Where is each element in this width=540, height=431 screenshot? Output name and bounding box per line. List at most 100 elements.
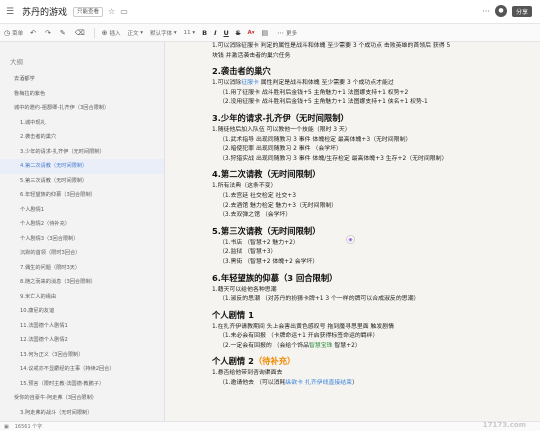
list-item: （1.淑反的思潮 （对苏丹的扮猜卡牌+1 3 个一样的牌可以合成淑反的思潮） — [219, 296, 420, 303]
permission-badge[interactable]: 只能查看 — [73, 6, 104, 17]
undo-button[interactable]: ↶ — [30, 29, 38, 37]
paragraph: 1.所有法典（这条不变） — [212, 183, 277, 190]
redo-button[interactable]: ↷ — [45, 29, 53, 37]
word-count[interactable]: 16561 个字 — [15, 423, 43, 430]
card-link[interactable]: 征服卡 — [241, 80, 259, 86]
outline-item[interactable]: 14.议戒亦不显麝经的主事（持续2回合） — [0, 362, 164, 377]
avatar[interactable]: ● — [494, 5, 507, 17]
pending-tag: （待补充） — [253, 356, 296, 367]
list-item: （2.没用征服卡 战斗胜利后金钱+5 主角魅力+1 法图娜支持+1 侠名+1 权… — [219, 99, 428, 106]
outline-item[interactable]: 3.少年的请求-扎齐伊（无时间限制） — [0, 145, 164, 160]
bold-button[interactable]: B — [202, 29, 207, 37]
outline-item[interactable]: 6.年轻望族的仰慕（3回合限制） — [0, 188, 164, 203]
paragraph: 1.藉天可以给他各种思潮 — [212, 286, 277, 293]
list-item: （2.暗使犯罪 出现同随教习 2 事件 （会学坏） — [219, 146, 342, 153]
outline-item[interactable]: 2.袭击者的巢穴 — [0, 130, 164, 145]
card-link[interactable]: 纵欲卡 扎齐伊线直接结束 — [285, 380, 352, 386]
eraser-icon: ⌫ — [74, 28, 85, 37]
list-item: （1.书店 （智慧+2 魅力+2） — [219, 239, 299, 246]
document-page[interactable]: 1.可以消除征服卡 判定的属性是战斗和体魄 至少需要 3 个成功点 击败英雄的首… — [212, 42, 522, 421]
outline-item[interactable]: 受你的自豪牛-阿走弗（3回合限制） — [0, 391, 164, 406]
insert-button[interactable]: ⊕ 插入 — [102, 29, 121, 37]
outline-item[interactable]: 11.法国德个人剧情1 — [0, 319, 164, 334]
redo-icon: ↷ — [45, 28, 51, 37]
list-item: （1.未必会有回报 （卡牌命运+1 开启获得标签命运的羁绊） — [219, 333, 379, 340]
list-item: （3.去双弹之馆 （会学坏） — [219, 212, 292, 219]
highlighter-icon: ▤ — [261, 28, 269, 37]
toolbar: ◷ 菜单 ↶ ↷ ✎ ⌫ ⊕ 插入 正文 ▾ 默认字体 ▾ 11 ▾ B I U S… — [0, 24, 540, 42]
section-heading: 个人剧情 1 — [212, 309, 254, 320]
outline-item[interactable]: 个人剧情2（待补充） — [0, 217, 164, 232]
outline-item[interactable]: 城中的邀约-祖郡卿-扎齐伊（3回合限制） — [0, 101, 164, 116]
list-item: （3.黑街 （智慧+2 体魄+2 会学坏） — [219, 258, 319, 265]
section-heading: 个人剧情 2（待补充） — [212, 356, 296, 367]
share-button[interactable]: 分享 — [511, 5, 532, 17]
item-link[interactable]: 智慧宝珠 — [309, 343, 333, 349]
outline-item[interactable]: 5.第三次请教（无时间限制） — [0, 174, 164, 189]
outline-item[interactable]: 沉默的首领（限时3回合） — [0, 246, 164, 261]
italic-button[interactable]: I — [214, 29, 216, 37]
section-heading: 4.第二次请教（无时间限制） — [212, 169, 321, 180]
outline-title: 大纲 — [10, 58, 23, 66]
text-color-button[interactable]: A▾ — [247, 30, 254, 36]
list-item: （1.武术指导 出现同随教习 3 事件 体魄检定 最高体魄+3（无时间限制） — [219, 136, 412, 143]
section-heading: 6.年轻望族的仰慕（3 回合限制） — [212, 272, 338, 283]
outline-item[interactable]: 魯梅拉的紫色 — [0, 87, 164, 102]
outline-item[interactable]: 3.阿走弗的战斗（无时间限制） — [0, 406, 164, 421]
more-button[interactable]: ⋯ 更多 — [277, 29, 297, 37]
top-right-actions: ··· ● 分享 — [482, 5, 532, 17]
top-bar: ☰ 苏丹的游戏 只能查看 ☆ ▭ ··· ● 分享 — [0, 0, 540, 24]
outline-item[interactable]: 8.随之而来的消息（3回合限制） — [0, 275, 164, 290]
toolbar-divider — [93, 27, 95, 38]
section-heading: 3.少年的请求-扎齐伊（无时间限制） — [212, 112, 349, 123]
outline-item[interactable]: 个人剧情3（3回合限制） — [0, 232, 164, 247]
brush-icon: ✎ — [59, 28, 66, 37]
paragraph: 1.随徒他后加入队伍 可以教他一个技能（限时 3 天） — [212, 126, 351, 133]
section-heading: 5.第三次请教（无时间限制） — [212, 225, 321, 236]
document-area[interactable]: 1.可以消除征服卡 判定的属性是战斗和体魄 至少需要 3 个成功点 击败英雄的首… — [166, 42, 540, 421]
paragraph: 块钱 并激活袭击者的巢穴任务 — [212, 52, 291, 59]
list-item: （2.去酒馆 魅力检定 魅力+3（无时间限制） — [219, 202, 338, 209]
status-bar: ▣ 16561 个字 — [0, 421, 540, 431]
highlight-button[interactable]: ▤ — [262, 29, 271, 37]
layout-icon[interactable]: ▣ — [4, 424, 9, 430]
list-item: （1.用了征服卡 战斗胜利后金钱+5 主角魅力+1 法图娜支持+1 权势+2 — [219, 89, 409, 96]
undo-icon: ↶ — [30, 28, 36, 37]
more-icon: ⋯ — [277, 28, 285, 37]
folder-icon[interactable]: ▭ — [120, 7, 128, 16]
outline-sidebar: 大纲 去酒都学 魯梅拉的紫色 城中的邀约-祖郡卿-扎齐伊（3回合限制） 1.城中现礼 2… — [0, 42, 165, 421]
outline-item[interactable]: 10.康尼的友谊 — [0, 304, 164, 319]
list-item: （1.邀请他去 （可以消耗纵欲卡 扎齐伊线直接结束） — [219, 380, 358, 387]
underline-button[interactable]: U — [224, 29, 229, 37]
outline-item[interactable]: 12.法国德个人剧情2 — [0, 333, 164, 348]
format-painter-button[interactable]: ✎ — [60, 29, 68, 37]
section-heading: 2.袭击者的巢穴 — [212, 66, 271, 77]
outline-item[interactable]: 4.第二次请教（无时间限制） — [0, 159, 164, 174]
document-title: 苏丹的游戏 — [22, 8, 68, 18]
list-item: （3.狩猎实战 出现同随教习 3 事件 体魄/生存检定 最高体魄+3 生存+2（… — [219, 155, 448, 162]
outline-item[interactable]: 9.米亡人的缘由 — [0, 290, 164, 305]
comment-bubble-icon[interactable]: ◉ — [346, 235, 355, 244]
style-select[interactable]: 正文 ▾ — [128, 29, 144, 37]
outline-item[interactable]: 15.预言（限时主教·法国德·教鹏子） — [0, 377, 164, 392]
font-select[interactable]: 默认字体 ▾ — [150, 29, 177, 37]
paragraph: 1.可以消除征服卡 判定的属性是战斗和体魄 至少需要 3 个成功点 击败英雄的首… — [212, 43, 451, 49]
font-size-select[interactable]: 11 ▾ — [184, 30, 196, 36]
outline-item[interactable]: 个人剧情1 — [0, 203, 164, 218]
outline-item[interactable]: 去酒都学 — [0, 72, 164, 87]
paragraph: 1.悬否给他带到咨询渠面去 — [212, 370, 283, 377]
paragraph: 1.可以消除征服卡 属性判定是战斗和体魄 至少需要 3 个成功点才能过 — [212, 80, 394, 87]
outline-list: 去酒都学 魯梅拉的紫色 城中的邀约-祖郡卿-扎齐伊（3回合限制） 1.城中现礼 2.袭击… — [0, 72, 164, 421]
paragraph: 1.在扎齐伊请教期间 头上会害出黄色感叹号 拖到魔寻思里面 触发剧情 — [212, 323, 395, 330]
clear-format-button[interactable]: ⌫ — [75, 29, 87, 37]
more-icon[interactable]: ··· — [482, 7, 490, 16]
outline-item[interactable]: 1.城中现礼 — [0, 116, 164, 131]
outline-item[interactable]: 13.何为正义（3回合限制） — [0, 348, 164, 363]
hamburger-icon[interactable]: ☰ — [0, 7, 20, 17]
menu-button[interactable]: ◷ 菜单 — [4, 29, 23, 37]
list-item: （1.去宫廷 社交检定 社交+3 — [219, 192, 296, 199]
strikethrough-button[interactable]: S — [236, 29, 241, 37]
outline-item[interactable]: 7.偶生的问题（限时3天） — [0, 261, 164, 276]
star-icon[interactable]: ☆ — [108, 7, 115, 16]
list-item: （2.一定会有回报的 （会给个饰品智慧宝珠 智慧+2） — [219, 342, 361, 349]
